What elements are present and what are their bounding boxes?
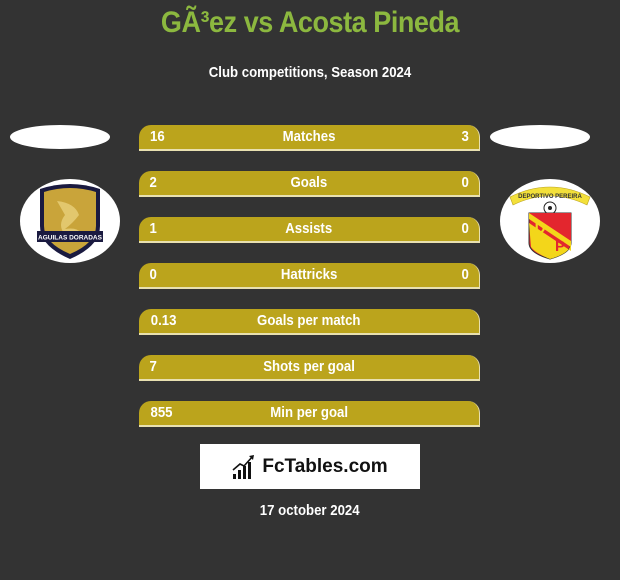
stat-label: Matches	[282, 128, 336, 145]
stat-right-value: 3	[461, 128, 469, 145]
right-badge-initial-p: P	[555, 238, 565, 255]
right-badge-text: DEPORTIVO PEREIRA	[518, 194, 582, 200]
stat-row-min-per-goal: 855 Min per goal	[139, 401, 480, 427]
stat-label: Assists	[285, 220, 333, 237]
left-badge-text: AGUILAS DORADAS	[38, 235, 103, 242]
shield-icon: DEPORTIVO PEREIRA D P	[509, 186, 591, 260]
fctables-brand-link[interactable]: FcTables.com	[200, 444, 420, 489]
stat-row-hattricks: 0 Hattricks 0	[139, 263, 480, 289]
brand-name: FcTables.com	[262, 455, 388, 477]
stat-label: Goals	[290, 174, 328, 191]
stat-label: Shots per goal	[263, 358, 355, 375]
right-player-placeholder	[490, 125, 590, 149]
stat-row-assists: 1 Assists 0	[139, 217, 480, 243]
stat-row-goals: 2 Goals 0	[139, 171, 480, 197]
left-team-logo[interactable]: AGUILAS DORADAS	[20, 179, 120, 263]
shield-icon: AGUILAS DORADAS	[37, 184, 103, 259]
bar-chart-icon	[232, 454, 255, 479]
stat-row-matches: 16 Matches 3	[139, 125, 480, 151]
stat-label: Min per goal	[270, 404, 348, 421]
stat-right-value: 0	[461, 266, 469, 283]
stat-row-goals-per-match: 0.13 Goals per match	[139, 309, 480, 335]
right-badge-initial-d: D	[535, 220, 546, 237]
stat-right-value: 0	[461, 220, 469, 237]
stat-row-shots-per-goal: 7 Shots per goal	[139, 355, 480, 381]
page-title: GÃ³ez vs Acosta Pineda	[160, 6, 460, 39]
stat-label: Goals per match	[257, 312, 361, 329]
competition-subtitle: Club competitions, Season 2024	[208, 64, 412, 81]
stat-label: Hattricks	[280, 266, 338, 283]
right-team-logo[interactable]: DEPORTIVO PEREIRA D P	[500, 179, 600, 263]
report-date: 17 october 2024	[260, 502, 360, 519]
stat-right-value: 0	[461, 174, 469, 191]
left-player-placeholder	[10, 125, 110, 149]
